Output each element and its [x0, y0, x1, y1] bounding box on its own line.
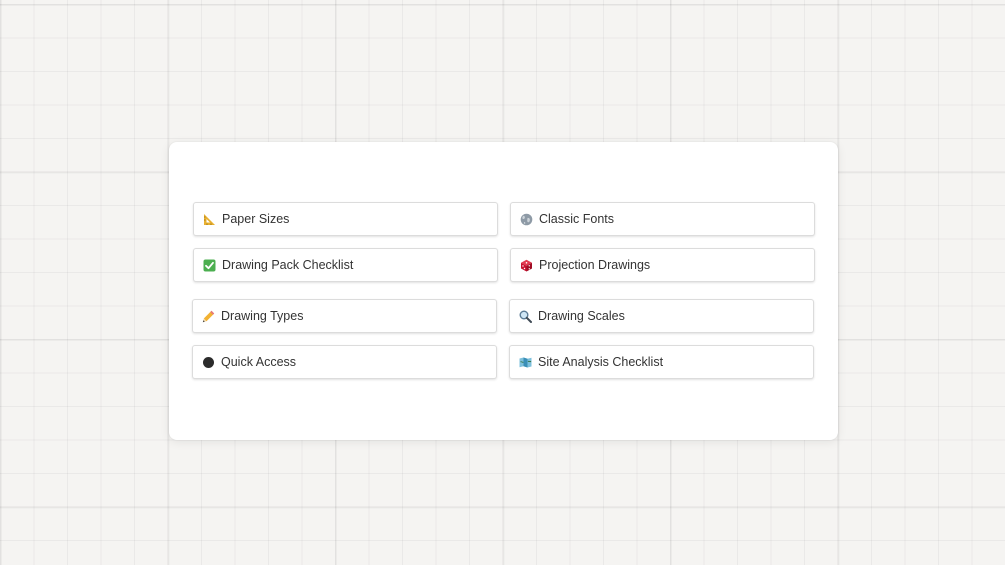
card-label: Paper Sizes [222, 212, 290, 226]
links-panel: Paper Sizes Classic Fonts Drawing Pack C… [169, 142, 838, 440]
card-paper-sizes[interactable]: Paper Sizes [193, 202, 498, 236]
card-quick-access[interactable]: Quick Access [192, 345, 497, 379]
pencil-icon [202, 310, 215, 323]
map-icon [519, 356, 532, 369]
card-site-analysis-checklist[interactable]: Site Analysis Checklist [509, 345, 814, 379]
card-label: Projection Drawings [539, 258, 651, 272]
card-drawing-types[interactable]: Drawing Types [192, 299, 497, 333]
card-label: Drawing Types [221, 309, 304, 323]
card-label: Quick Access [221, 355, 297, 369]
globe-icon [520, 213, 533, 226]
card-label: Classic Fonts [539, 212, 615, 226]
check-box-icon [203, 259, 216, 272]
black-circle-icon [202, 356, 215, 369]
triangular-ruler-icon [203, 213, 216, 226]
card-label: Site Analysis Checklist [538, 355, 664, 369]
magnifier-icon [519, 310, 532, 323]
card-projection-drawings[interactable]: Projection Drawings [510, 248, 815, 282]
card-label: Drawing Pack Checklist [222, 258, 354, 272]
card-label: Drawing Scales [538, 309, 625, 323]
card-drawing-pack-checklist[interactable]: Drawing Pack Checklist [193, 248, 498, 282]
card-drawing-scales[interactable]: Drawing Scales [509, 299, 814, 333]
card-classic-fonts[interactable]: Classic Fonts [510, 202, 815, 236]
dice-icon [520, 259, 533, 272]
